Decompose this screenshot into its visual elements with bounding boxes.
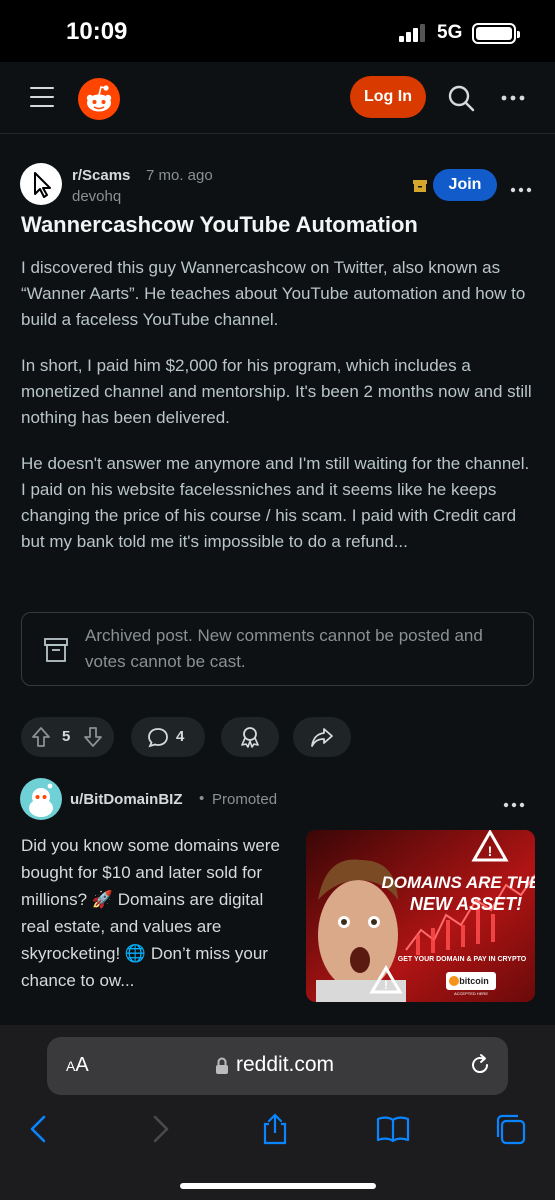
network-type: 5G [437,22,463,43]
address-bar[interactable]: AA reddit.com [47,1037,508,1095]
join-button[interactable]: Join [433,169,497,201]
top-nav: Log In [0,62,555,134]
reload-icon[interactable] [468,1053,492,1077]
lock-icon [215,1057,229,1075]
svg-text:!: ! [384,978,388,992]
promoted-header: u/BitDomainBIZ • Promoted [20,778,535,822]
promoted-label: Promoted [212,791,278,808]
archived-notice: Archived post. New comments cannot be po… [21,612,534,686]
post-paragraph: I discovered this guy Wannercashcow on T… [21,258,526,329]
archived-notice-text: Archived post. New comments cannot be po… [85,626,483,671]
comments-button[interactable]: 4 [131,717,205,757]
status-bar: 10:09 5G [0,0,555,62]
share-sheet-icon[interactable] [258,1113,292,1145]
comment-icon [148,728,168,748]
archive-box-icon [44,637,68,663]
signal-icon [399,24,427,42]
separator-dot: • [199,790,205,807]
menu-icon[interactable] [30,87,54,107]
upvote-icon[interactable] [31,726,51,748]
post-more-icon[interactable] [510,181,532,193]
downvote-icon[interactable] [83,726,103,748]
ad-headline-line1: DOMAINS ARE THE [382,873,536,892]
forward-icon[interactable] [143,1113,177,1145]
post-paragraph: He doesn't answer me anymore and I'm sti… [21,454,530,551]
author-link[interactable]: devohq [72,188,121,205]
browser-nav [0,1113,555,1147]
text-size-button[interactable]: AA [66,1054,89,1077]
vote-pill: 5 [21,717,114,757]
award-button[interactable] [221,717,279,757]
bookmarks-icon[interactable] [376,1113,410,1145]
avatar[interactable] [20,778,62,820]
post-paragraph: In short, I paid him $2,000 for his prog… [21,356,532,427]
archive-icon [413,179,427,192]
back-icon[interactable] [24,1113,58,1145]
ad-subline: GET YOUR DOMAIN & PAY IN CRYPTO [398,956,527,963]
post-timestamp: 7 mo. ago [146,167,213,184]
svg-text:!: ! [488,843,493,859]
promoted-more-icon[interactable] [503,796,525,808]
login-button[interactable]: Log In [350,76,426,118]
subreddit-link[interactable]: r/Scams [72,167,130,184]
bitcoin-badge: bitcoin [459,976,489,986]
status-time: 10:09 [66,18,128,45]
promoted-text[interactable]: Did you know some domains were bought fo… [21,832,293,994]
ad-headline-line2: NEW ASSET! [410,894,522,914]
promoted-user-link[interactable]: u/BitDomainBIZ [70,791,183,808]
award-icon [241,727,259,748]
reddit-logo[interactable] [78,78,120,120]
post-body: I discovered this guy Wannercashcow on T… [21,255,536,575]
share-button[interactable] [293,717,351,757]
post-header: r/Scams 7 mo. ago devohq Join [20,163,535,211]
community-icon[interactable] [20,163,62,205]
more-icon[interactable] [500,88,526,108]
battery-icon [472,23,520,44]
vote-score: 5 [62,728,71,745]
share-icon [311,728,333,747]
search-icon[interactable] [447,84,475,112]
url-domain[interactable]: reddit.com [236,1053,334,1077]
post-title[interactable]: Wannercashcow YouTube Automation [21,212,536,238]
tabs-icon[interactable] [494,1113,528,1145]
home-indicator [180,1183,376,1189]
bitcoin-badge-sub: ACCEPTED HERE [454,991,488,996]
comment-count: 4 [176,728,185,745]
promoted-image[interactable]: ! ! DOMAINS ARE THE NEW ASSET! GET YOUR … [306,830,535,1002]
